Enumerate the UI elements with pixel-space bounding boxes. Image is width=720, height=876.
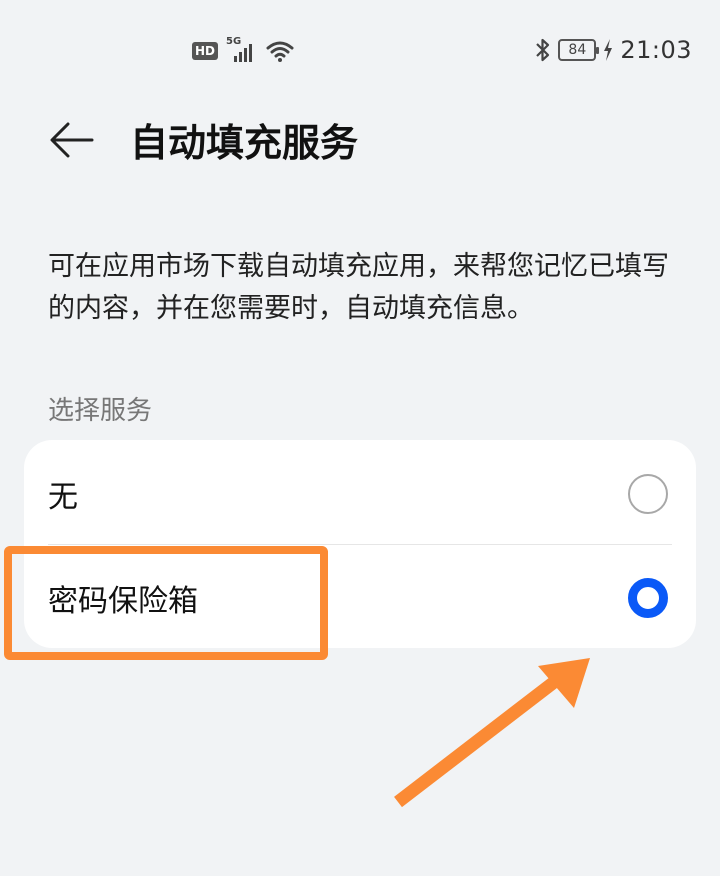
back-arrow-icon: [50, 122, 94, 158]
annotation-arrow-icon: [394, 658, 590, 808]
radio-unselected[interactable]: [628, 474, 668, 514]
highlight-box: [4, 546, 328, 660]
status-bar: HD 5G 84 21:03: [0, 34, 720, 74]
back-button[interactable]: [46, 118, 98, 162]
wifi-icon: [266, 41, 294, 62]
radio-selected[interactable]: [628, 578, 668, 618]
option-none[interactable]: 无: [24, 440, 696, 544]
status-right: 84 21:03: [534, 36, 692, 64]
description-text: 可在应用市场下载自动填充应用，来帮您记忆已填写的内容，并在您需要时，自动填充信息…: [48, 251, 669, 324]
battery-icon: 84: [558, 39, 600, 61]
battery-level: 84: [568, 42, 587, 58]
bluetooth-icon: [536, 38, 550, 62]
hd-icon: HD: [192, 42, 219, 60]
signal-icon: 5G: [226, 36, 258, 64]
option-label: 无: [48, 480, 78, 515]
charging-icon: [604, 39, 613, 61]
page-title: 自动填充服务: [130, 121, 359, 165]
clock: 21:03: [620, 36, 692, 64]
section-label: 选择服务: [48, 396, 153, 426]
status-left: HD 5G: [192, 36, 294, 64]
